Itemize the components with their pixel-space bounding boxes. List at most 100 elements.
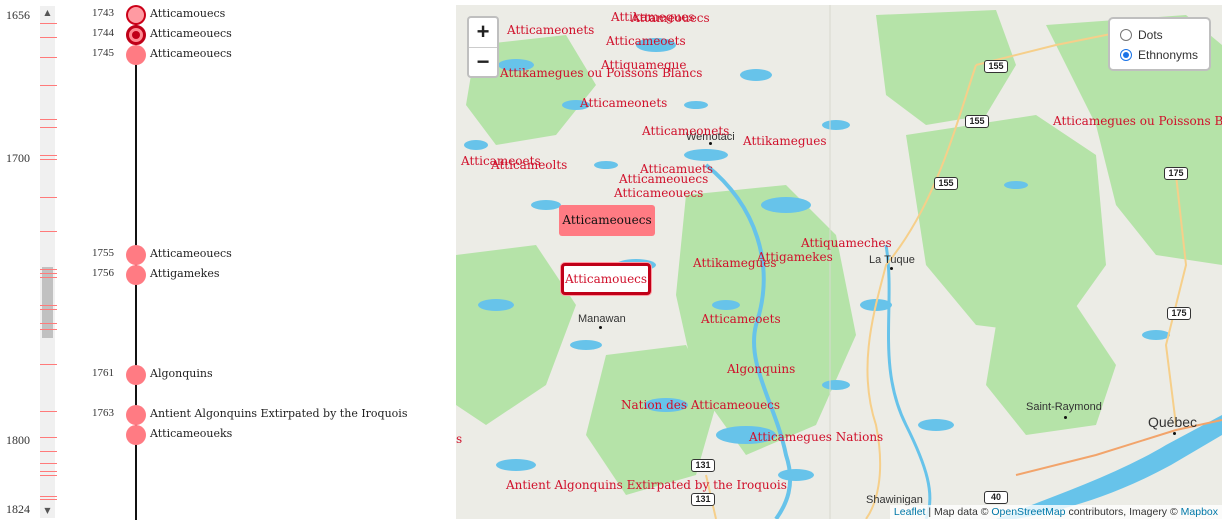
ethnonym-label[interactable]: Atticameouecs — [619, 172, 708, 186]
ethnonym-label[interactable]: Antient Algonquins Extirpated by the Iro… — [506, 478, 787, 492]
zoom-control: + − — [467, 16, 499, 78]
town-label: Saint-Raymond — [1026, 401, 1102, 413]
event-name[interactable]: Antient Algonquins Extirpated by the Iro… — [150, 407, 407, 420]
timeline-event-dot[interactable] — [126, 5, 146, 25]
event-year: 1761 — [92, 367, 114, 379]
highway-shield: 131 — [691, 493, 715, 506]
ethnonym-label[interactable]: Nation des Atticameouecs — [621, 398, 780, 412]
scrollbar-tick — [40, 475, 57, 476]
highway-shield: 175 — [1167, 307, 1191, 320]
town-label: Manawan — [578, 313, 626, 325]
layer-option-ethnonyms[interactable]: Ethnonyms — [1120, 47, 1198, 63]
ethnonym-label[interactable]: Attameouecs — [631, 11, 710, 25]
ethnonym-label[interactable]: Atticameolts — [491, 158, 567, 172]
event-year: 1763 — [92, 407, 114, 419]
town-dot — [709, 142, 712, 145]
scrollbar-tick — [40, 269, 57, 270]
highlighted-ethnonym-popup[interactable]: Atticameouecs — [559, 205, 655, 236]
scrollbar-tick — [40, 37, 57, 38]
ethnonyms-radio[interactable] — [1120, 49, 1132, 61]
timeline-event-dot[interactable] — [126, 365, 146, 385]
scrollbar-tick — [40, 155, 57, 156]
event-year: 1756 — [92, 267, 114, 279]
town-label: La Tuque — [869, 254, 915, 266]
year-label-1824: 1824 — [6, 502, 30, 516]
scrollbar-tick — [40, 305, 57, 306]
event-name[interactable]: Attigamekes — [150, 267, 219, 280]
scrollbar-tick — [40, 323, 57, 324]
scrollbar-tick — [40, 231, 57, 232]
timeline-event-dot[interactable] — [126, 45, 146, 65]
event-name[interactable]: Atticameouecs — [150, 247, 232, 260]
ethnonym-label[interactable]: Attiquameches — [801, 236, 892, 250]
year-label-1800: 1800 — [6, 433, 30, 447]
ethnonym-label[interactable]: Algonquins — [727, 362, 795, 376]
ethnonym-label[interactable]: Attikamegues — [743, 134, 827, 148]
highway-shield: 131 — [691, 459, 715, 472]
town-label: Québec — [1148, 414, 1198, 430]
scrollbar-tick — [40, 23, 57, 24]
town-dot — [890, 267, 893, 270]
ethnonym-label[interactable]: Attigamekes — [757, 250, 833, 264]
attribution-text: | Map data © — [928, 506, 989, 518]
year-label-1656: 1656 — [6, 8, 30, 22]
ethnonym-label[interactable]: Atticameoets — [606, 34, 686, 48]
event-name[interactable]: Algonquins — [150, 367, 213, 380]
layer-control: Dots Ethnonyms — [1108, 17, 1211, 71]
timeline-event-dot[interactable] — [126, 405, 146, 425]
event-year: 1743 — [92, 7, 114, 19]
ethnonym-label[interactable]: Atticameonets — [507, 23, 594, 37]
zoom-in-button[interactable]: + — [469, 18, 497, 47]
scrollbar-tick — [40, 451, 57, 452]
dots-label: Dots — [1138, 28, 1163, 42]
event-name[interactable]: Atticameoueks — [150, 427, 232, 440]
scrollbar-tick — [40, 57, 57, 58]
ethnonym-label[interactable]: Atticameouecs — [614, 186, 703, 200]
zoom-out-button[interactable]: − — [469, 47, 497, 76]
scrollbar-tick — [40, 411, 57, 412]
selected-ethnonym-popup[interactable]: Atticamouecs — [561, 263, 651, 295]
layer-option-dots[interactable]: Dots — [1120, 27, 1163, 43]
highway-shield: 40 — [984, 491, 1008, 504]
ethnonym-label[interactable]: Attikamegues ou Poissons Blancs — [500, 66, 702, 80]
scrollbar-tick — [40, 277, 57, 278]
scroll-up-arrow-icon[interactable]: ▲ — [40, 6, 55, 20]
scrollbar-tick — [40, 85, 57, 86]
map-view[interactable]: 155 155 155 175 175 131 131 40 Wemotaci … — [456, 5, 1222, 519]
openstreetmap-link[interactable]: OpenStreetMap — [991, 506, 1065, 518]
year-label-1700: 1700 — [6, 151, 30, 165]
ethnonym-label[interactable]: Atticameoets — [701, 312, 781, 326]
leaflet-link[interactable]: Leaflet — [894, 506, 926, 518]
timeline-event-dot[interactable] — [126, 25, 146, 45]
scrollbar-tick — [40, 159, 57, 160]
scrollbar-tick — [40, 127, 57, 128]
scrollbar-tick — [40, 496, 57, 497]
event-name[interactable]: Atticameouecs — [150, 47, 232, 60]
timeline-event-dot[interactable] — [126, 425, 146, 445]
event-name[interactable]: Atticameouecs — [150, 27, 232, 40]
timeline-scrollbar[interactable] — [40, 6, 55, 518]
scroll-down-arrow-icon[interactable]: ▼ — [40, 504, 55, 518]
timeline-event-dot[interactable] — [126, 245, 146, 265]
scrollbar-tick — [40, 273, 57, 274]
ethnonym-label[interactable]: Atticameonets — [642, 124, 729, 138]
town-dot — [1173, 432, 1176, 435]
scrollbar-tick — [40, 499, 57, 500]
scrollbar-tick — [40, 471, 57, 472]
attribution-text: contributors, Imagery © — [1068, 506, 1178, 518]
mapbox-link[interactable]: Mapbox — [1181, 506, 1218, 518]
ethnonym-label[interactable]: Atticamegues Nations — [749, 430, 883, 444]
ethnonym-label[interactable]: Atticameonets — [580, 96, 667, 110]
dots-radio[interactable] — [1120, 29, 1132, 41]
town-dot — [599, 326, 602, 329]
ethnonym-label[interactable]: Atticamegues ou Poissons Blancs — [1053, 114, 1222, 128]
event-year: 1755 — [92, 247, 114, 259]
scrollbar-tick — [40, 437, 57, 438]
town-dot — [1064, 416, 1067, 419]
timeline-event-dot[interactable] — [126, 265, 146, 285]
scrollbar-tick — [40, 309, 57, 310]
event-name[interactable]: Atticamouecs — [150, 7, 225, 20]
event-year: 1745 — [92, 47, 114, 59]
scrollbar-tick — [40, 197, 57, 198]
ethnonym-label[interactable]: s — [456, 432, 462, 446]
